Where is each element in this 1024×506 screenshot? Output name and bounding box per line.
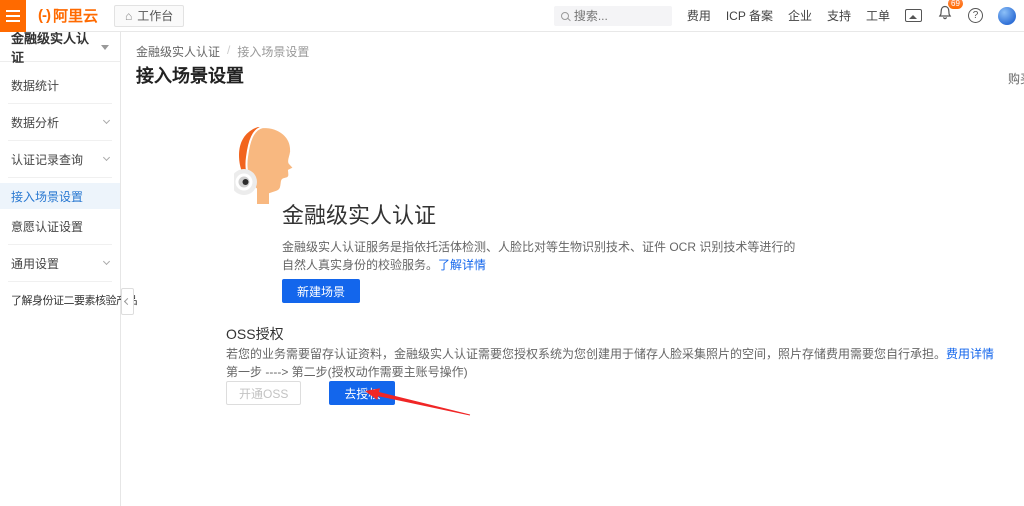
sidebar-nav: 数据统计 数据分析 认证记录查询 接入场景设置 意愿认证设置 通用设置 了解身份… bbox=[0, 62, 120, 313]
page-title: 接入场景设置 bbox=[136, 62, 244, 88]
sidebar-collapse-button[interactable] bbox=[121, 288, 134, 315]
sidebar-item-general-settings[interactable]: 通用设置 bbox=[0, 250, 120, 276]
aliyun-logo-text: 阿里云 bbox=[53, 5, 98, 26]
chevron-down-icon bbox=[103, 117, 110, 124]
aliyun-logo[interactable]: (-) 阿里云 bbox=[38, 5, 98, 26]
console-icon[interactable] bbox=[905, 9, 922, 22]
chevron-left-icon bbox=[124, 298, 131, 305]
sidebar-divider bbox=[8, 281, 112, 282]
sidebar-item-label: 数据统计 bbox=[11, 77, 59, 94]
workbench-tab-label: 工作台 bbox=[137, 7, 173, 24]
hero-description-line2: 自然人真实身份的校验服务。 bbox=[282, 258, 438, 272]
home-icon: ⌂ bbox=[125, 9, 132, 23]
learn-more-link[interactable]: 了解详情 bbox=[438, 258, 486, 272]
topbar-right-section: 费用 ICP 备案 企业 支持 工单 69 ? bbox=[554, 0, 1024, 32]
authorize-button[interactable]: 去授权 bbox=[329, 381, 395, 405]
breadcrumb-item-current: 接入场景设置 bbox=[237, 43, 309, 60]
sidebar-item-willingness-auth[interactable]: 意愿认证设置 bbox=[0, 213, 120, 239]
search-input[interactable] bbox=[574, 9, 659, 23]
topbar-menu-billing[interactable]: 费用 bbox=[687, 7, 711, 24]
chevron-down-icon bbox=[103, 154, 110, 161]
sidebar-item-auth-records[interactable]: 认证记录查询 bbox=[0, 146, 120, 172]
sidebar-divider bbox=[8, 244, 112, 245]
workbench-tab[interactable]: ⌂ 工作台 bbox=[114, 5, 184, 27]
breadcrumb-separator: / bbox=[227, 43, 230, 60]
sidebar-item-label: 通用设置 bbox=[11, 255, 59, 272]
open-oss-button[interactable]: 开通OSS bbox=[226, 381, 301, 405]
sidebar-item-label: 认证记录查询 bbox=[11, 151, 83, 168]
topbar-menu-tickets[interactable]: 工单 bbox=[866, 7, 890, 24]
hero-title: 金融级实人认证 bbox=[282, 198, 436, 230]
sidebar-item-id-verification-product[interactable]: 了解身份证二要素核验产品 bbox=[0, 287, 120, 313]
chevron-down-icon bbox=[103, 258, 110, 265]
sidebar-item-label: 数据分析 bbox=[11, 114, 59, 131]
oss-buttons-row: 开通OSS 去授权 bbox=[226, 381, 395, 405]
hero-description-line1: 金融级实人认证服务是指依托活体检测、人脸比对等生物识别技术、证件 OCR 识别技… bbox=[282, 240, 795, 254]
oss-description-text: 若您的业务需要留存认证资料，金融级实人认证需要您授权系统为您创建用于储存人脸采集… bbox=[226, 347, 946, 361]
notification-count-badge: 69 bbox=[948, 0, 963, 9]
oss-section-title: OSS授权 bbox=[226, 324, 284, 344]
search-box[interactable] bbox=[554, 6, 672, 26]
sidebar-title-label: 金融级实人认证 bbox=[11, 28, 95, 66]
breadcrumb-item-product[interactable]: 金融级实人认证 bbox=[136, 43, 220, 60]
sidebar-item-label: 意愿认证设置 bbox=[11, 218, 83, 235]
sidebar-item-label: 接入场景设置 bbox=[11, 188, 83, 205]
help-icon[interactable]: ? bbox=[968, 8, 983, 23]
breadcrumb: 金融级实人认证 / 接入场景设置 bbox=[136, 43, 309, 60]
face-verification-illustration bbox=[234, 125, 300, 205]
oss-steps-text: 第一步 ----> 第二步(授权动作需要主账号操作) bbox=[226, 363, 468, 380]
search-icon bbox=[561, 12, 569, 20]
oss-description: 若您的业务需要留存认证资料，金融级实人认证需要您授权系统为您创建用于储存人脸采集… bbox=[226, 345, 994, 362]
hero-description: 金融级实人认证服务是指依托活体检测、人脸比对等生物识别技术、证件 OCR 识别技… bbox=[282, 238, 795, 274]
sidebar-item-scene-settings[interactable]: 接入场景设置 bbox=[0, 183, 120, 209]
topbar-menu-enterprise[interactable]: 企业 bbox=[788, 7, 812, 24]
aliyun-logo-mark: (-) bbox=[38, 7, 50, 24]
sidebar-item-data-analysis[interactable]: 数据分析 bbox=[0, 109, 120, 135]
sidebar: 金融级实人认证 数据统计 数据分析 认证记录查询 接入场景设置 意愿认证设置 通… bbox=[0, 32, 121, 506]
notifications-button[interactable]: 69 bbox=[937, 5, 953, 26]
fee-details-link[interactable]: 费用详情 bbox=[946, 347, 994, 361]
top-navigation-bar: (-) 阿里云 ⌂ 工作台 费用 ICP 备案 企业 支持 工单 69 ? bbox=[0, 0, 1024, 32]
caret-down-icon bbox=[101, 45, 109, 50]
topbar-menu-icp[interactable]: ICP 备案 bbox=[726, 7, 773, 24]
buy-link[interactable]: 购买 bbox=[1008, 70, 1024, 87]
sidebar-product-switcher[interactable]: 金融级实人认证 bbox=[0, 32, 120, 62]
main-content: 金融级实人认证 / 接入场景设置 接入场景设置 购买 金融级实人认证 金融级实人… bbox=[122, 32, 1024, 506]
hamburger-menu-icon[interactable] bbox=[0, 0, 26, 32]
create-scene-button[interactable]: 新建场景 bbox=[282, 279, 360, 303]
sidebar-item-label: 了解身份证二要素核验产品 bbox=[11, 292, 137, 308]
sidebar-item-data-statistics[interactable]: 数据统计 bbox=[0, 72, 120, 98]
user-avatar[interactable] bbox=[998, 7, 1016, 25]
sidebar-divider bbox=[8, 140, 112, 141]
sidebar-divider bbox=[8, 177, 112, 178]
sidebar-divider bbox=[8, 103, 112, 104]
topbar-menu-support[interactable]: 支持 bbox=[827, 7, 851, 24]
